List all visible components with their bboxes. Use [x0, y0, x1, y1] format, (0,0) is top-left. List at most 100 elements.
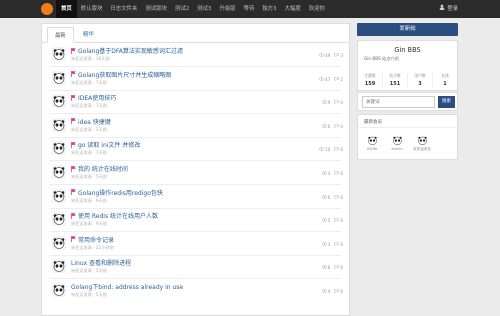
pinned-flag-icon	[71, 165, 76, 172]
comment-icon	[334, 218, 340, 223]
topic-title[interactable]: Golang基于DFA算法实现敏感词汇过滤	[71, 46, 183, 55]
avatar[interactable]	[52, 165, 66, 179]
stat-label: 帖子数	[389, 73, 401, 78]
topic-title-text[interactable]: idea 快捷键	[78, 117, 111, 126]
avatar[interactable]	[52, 141, 66, 156]
topic-title-text[interactable]: Linux 查看和删除进程	[71, 258, 131, 267]
member-item[interactable]: 宋亚运宋亚	[412, 135, 432, 152]
topic-title-text[interactable]: Golang基于DFA算法实现敏感词汇过滤	[78, 46, 183, 55]
nav-item-test2[interactable]: 测试2	[171, 0, 193, 18]
topic-row[interactable]: Golang操作redis用redigo包快 宋亚运发表 · 9天前 6 0	[42, 186, 349, 208]
stat-value: 3	[418, 81, 422, 87]
topic-row[interactable]: Golang下bind: address already in use 宋亚运发表…	[42, 280, 349, 302]
avatar[interactable]	[52, 70, 66, 85]
nav-item-dafudu[interactable]: 大幅度	[281, 0, 305, 18]
view-count-value: 4	[327, 171, 331, 176]
topic-row[interactable]: 使用 Redis 统计在线用户人数 宋亚运发表 · 9天前 5 0	[42, 209, 349, 231]
view-count: 47	[319, 77, 330, 82]
nav-item-dufang3[interactable]: 独方3	[258, 0, 280, 18]
topic-row[interactable]: 我的 统计在线时间 宋亚运发表 · 5天前 4 0	[42, 162, 349, 184]
topic-row[interactable]: go 读取 ini文件 并修改 宋亚运发表 · 7天前 10 0	[42, 138, 349, 160]
new-post-button[interactable]: 发新帖	[357, 23, 458, 36]
nav-item-log-folder[interactable]: 日志文件夹	[106, 0, 141, 18]
topic-meta: 宋亚运发表 · 9天前	[71, 221, 107, 227]
eye-icon	[321, 218, 327, 223]
nav-item-welcome[interactable]: 欢迎你	[305, 0, 329, 18]
reply-count: 0	[334, 124, 343, 129]
reply-count-value: 0	[340, 123, 343, 129]
nav-item-upgrade[interactable]: 升级版	[215, 0, 239, 18]
site-description: Gin BBS 站点介绍	[364, 56, 399, 61]
nav-item-home[interactable]: 首页	[56, 0, 77, 18]
topic-meta: 宋亚运发表 · 9天前	[71, 197, 107, 203]
topic-title-text[interactable]: 常用命令记录	[78, 235, 114, 244]
topic-stats: 49 3	[319, 53, 343, 58]
topic-title[interactable]: Linux 查看和删除进程	[71, 258, 131, 267]
eye-icon	[319, 147, 324, 152]
topic-row[interactable]: 常用命令记录 宋亚运发表 · 21小时前 3 0	[42, 233, 349, 255]
topic-title-text[interactable]: go 读取 ini文件 并修改	[78, 140, 140, 149]
eye-icon	[321, 124, 327, 129]
topic-title[interactable]: go 读取 ini文件 并修改	[71, 140, 140, 149]
avatar[interactable]	[52, 94, 66, 109]
reply-count: 0	[334, 265, 343, 270]
comment-icon	[334, 289, 340, 294]
topic-title-text[interactable]: 使用 Redis 统计在线用户人数	[78, 211, 158, 220]
view-count-value: 9	[327, 100, 331, 106]
pinned-flag-icon	[71, 189, 76, 196]
topic-row[interactable]: idea 快捷键 宋亚运发表 · 2天前 6 0	[42, 115, 349, 137]
login-link[interactable]: 登录	[439, 0, 458, 18]
recent-members-card: 最新会员 000fe admin 宋亚运宋亚	[357, 114, 458, 160]
nav-item-test-forum[interactable]: 测试版块	[141, 0, 171, 18]
topic-title-text[interactable]: Golang获取图片尺寸并生成缩略图	[78, 70, 171, 79]
avatar[interactable]	[52, 283, 66, 297]
topic-title[interactable]: Golang下bind: address already in use	[71, 282, 183, 291]
nav-item-test3[interactable]: 测试3	[193, 0, 215, 18]
pinned-flag-icon	[71, 141, 76, 148]
topic-row[interactable]: Golang基于DFA算法实现敏感词汇过滤 宋亚运发表 · 16天前 49 3	[42, 44, 349, 66]
view-count: 4	[321, 289, 330, 294]
member-item[interactable]: 000fe	[362, 135, 382, 151]
avatar[interactable]	[52, 117, 66, 132]
topic-title-text[interactable]: Golang下bind: address already in use	[71, 282, 183, 291]
topic-meta: 宋亚运发表 · 5天前	[71, 292, 107, 297]
comment-icon	[334, 76, 340, 82]
topic-row[interactable]: IDEA使用技巧 宋亚运发表 · 7天前 9 0	[42, 91, 349, 113]
tab-latest[interactable]: 最新	[47, 27, 74, 43]
topic-title[interactable]: 常用命令记录	[71, 235, 114, 244]
topic-title-text[interactable]: 我的 统计在线时间	[78, 164, 128, 173]
avatar[interactable]	[52, 47, 66, 61]
site-logo[interactable]	[41, 3, 53, 15]
topic-stats: 60	[321, 265, 343, 270]
tab-featured[interactable]: 精华	[76, 27, 101, 43]
member-name: 宋亚运宋亚	[413, 147, 431, 151]
stat-label: 用户数	[414, 73, 426, 78]
stat-users: 用户数 3	[408, 73, 433, 87]
topic-meta: 宋亚运发表 · 2天前	[71, 126, 107, 132]
comment-icon	[334, 265, 340, 270]
nav-item-default-forum[interactable]: 默认版块	[77, 0, 107, 18]
topic-title-text[interactable]: Golang操作redis用redigo包快	[78, 188, 163, 197]
topic-title[interactable]: Golang获取图片尺寸并生成缩略图	[71, 70, 171, 79]
reply-count: 0	[334, 218, 343, 223]
topic-title[interactable]: Golang操作redis用redigo包快	[71, 188, 163, 197]
eye-icon	[321, 242, 327, 247]
topic-title[interactable]: IDEA使用技巧	[71, 93, 116, 102]
search-input[interactable]	[362, 96, 435, 108]
topic-title[interactable]: idea 快捷键	[71, 117, 111, 126]
topic-title[interactable]: 使用 Redis 统计在线用户人数	[71, 211, 158, 220]
member-item[interactable]: admin	[387, 135, 407, 151]
search-card: 搜索	[357, 92, 458, 111]
topic-title[interactable]: 我的 统计在线时间	[71, 164, 128, 173]
topic-row[interactable]: Linux 查看和删除进程 宋亚运发表 · 5天前 6 0	[42, 256, 349, 278]
topic-title-text[interactable]: IDEA使用技巧	[78, 93, 116, 102]
avatar[interactable]	[52, 212, 66, 227]
view-count: 6	[321, 265, 330, 270]
search-button[interactable]: 搜索	[438, 96, 455, 108]
avatar[interactable]	[52, 235, 66, 250]
topic-row[interactable]: Golang获取图片尺寸并生成缩略图 宋亚运发表 · 7天前 47 2	[42, 68, 349, 90]
nav-item-wait[interactable]: 等待	[240, 0, 259, 18]
view-count-value: 5	[327, 218, 331, 224]
avatar[interactable]	[52, 188, 66, 203]
avatar[interactable]	[52, 259, 66, 274]
